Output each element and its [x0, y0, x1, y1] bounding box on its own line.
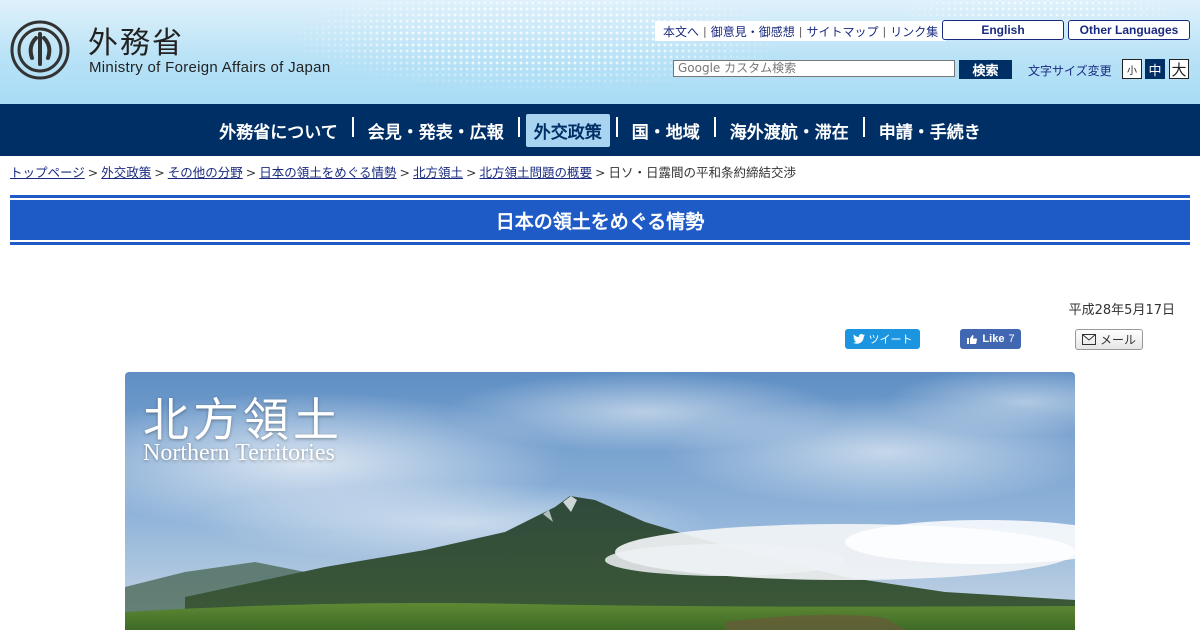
other-languages-button[interactable]: Other Languages: [1068, 20, 1190, 40]
site-title-jp[interactable]: 外務省: [88, 18, 184, 62]
nav-item-travel[interactable]: 海外渡航・滞在: [722, 114, 857, 147]
util-link-main-content[interactable]: 本文へ: [659, 23, 703, 40]
global-nav: 外務省について 会見・発表・広報 外交政策 国・地域 海外渡航・滞在 申請・手続…: [0, 104, 1200, 156]
nav-item-procedures[interactable]: 申請・手続き: [871, 114, 989, 147]
breadcrumb-separator: >: [245, 165, 257, 180]
breadcrumb-link-northern-territories[interactable]: 北方領土: [413, 165, 463, 180]
font-size-medium-button[interactable]: 中: [1145, 59, 1165, 79]
mail-button[interactable]: メール: [1075, 329, 1143, 350]
tweet-button[interactable]: ツイート: [845, 329, 920, 349]
mofa-emblem-icon[interactable]: [10, 20, 70, 80]
twitter-bird-icon: [852, 334, 865, 344]
util-link-feedback[interactable]: 御意見・御感想: [707, 23, 799, 40]
breadcrumb-current: 日ソ・日露間の平和条約締結交渉: [608, 165, 797, 180]
breadcrumb-link-top[interactable]: トップページ: [10, 165, 85, 180]
section-banner: 日本の領土をめぐる情勢: [10, 195, 1190, 245]
font-size-label: 文字サイズ変更: [1028, 64, 1112, 78]
nav-separator: [351, 117, 354, 137]
nav-item-countries[interactable]: 国・地域: [624, 114, 708, 147]
breadcrumb-separator: >: [595, 165, 606, 180]
nav-separator: [713, 117, 716, 137]
site-header: 外務省 Ministry of Foreign Affairs of Japan…: [0, 0, 1200, 104]
tweet-label: ツイート: [868, 333, 913, 346]
breadcrumb-separator: >: [87, 165, 99, 180]
thumbs-up-icon: [967, 335, 978, 345]
like-count: 7: [1008, 333, 1015, 345]
section-banner-title: 日本の領土をめぐる情勢: [495, 210, 705, 233]
font-size-small-button[interactable]: 小: [1122, 59, 1142, 79]
search-button[interactable]: 検索: [959, 60, 1012, 79]
nav-separator: [517, 117, 520, 137]
publish-date: 平成28年5月17日: [1068, 303, 1175, 318]
breadcrumb-link-territory[interactable]: 日本の領土をめぐる情勢: [259, 165, 396, 180]
hero-title-en: Northern Territories: [143, 440, 335, 466]
breadcrumb-link-overview[interactable]: 北方領土問題の概要: [480, 165, 593, 180]
site-title-en[interactable]: Ministry of Foreign Affairs of Japan: [89, 59, 330, 76]
breadcrumb-link-foreign-policy[interactable]: 外交政策: [101, 165, 151, 180]
mail-label: メール: [1099, 333, 1136, 347]
hero-image: 北方領土 Northern Territories: [125, 372, 1075, 630]
search-input[interactable]: Google カスタム検索: [673, 60, 955, 77]
utility-links: 本文へ | 御意見・御感想 | サイトマップ | リンク集: [655, 21, 947, 41]
breadcrumb-separator: >: [399, 165, 410, 180]
nav-separator: [862, 117, 865, 137]
breadcrumb-separator: >: [154, 165, 165, 180]
breadcrumb: トップページ > 外交政策 > その他の分野 > 日本の領土をめぐる情勢 > 北方領土 > 北方領土…: [10, 162, 796, 181]
breadcrumb-link-other-fields[interactable]: その他の分野: [168, 165, 243, 180]
util-link-links[interactable]: リンク集: [886, 23, 942, 40]
nav-separator: [615, 117, 618, 137]
english-button[interactable]: English: [942, 20, 1064, 40]
breadcrumb-separator: >: [466, 165, 477, 180]
facebook-like-button[interactable]: Like 7: [960, 329, 1021, 349]
nav-item-press[interactable]: 会見・発表・広報: [360, 114, 512, 147]
like-label: Like: [982, 333, 1005, 345]
nav-item-foreign-policy[interactable]: 外交政策: [525, 113, 610, 147]
font-size-large-button[interactable]: 大: [1169, 59, 1189, 79]
util-link-sitemap[interactable]: サイトマップ: [802, 23, 882, 40]
envelope-icon: [1081, 334, 1096, 345]
world-map-decoration: [230, 0, 790, 104]
nav-item-about[interactable]: 外務省について: [211, 114, 346, 147]
